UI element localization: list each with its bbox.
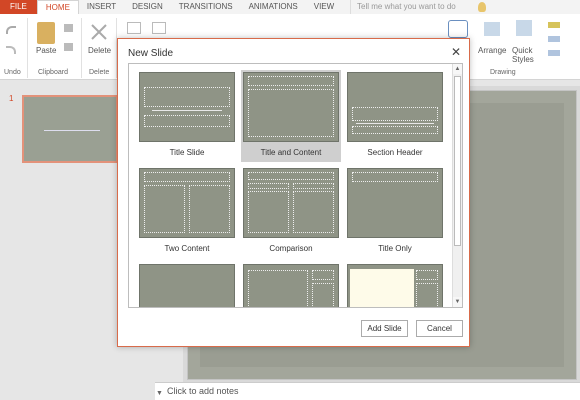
shape-fill-icon[interactable] <box>548 22 560 28</box>
left-heading-placeholder <box>248 183 289 189</box>
left-content-placeholder <box>248 191 289 233</box>
layout-title-slide[interactable]: Title Slide <box>137 70 237 162</box>
title-placeholder <box>352 107 438 121</box>
arrange-icon[interactable] <box>484 22 500 36</box>
tab-animations[interactable]: ANIMATIONS <box>241 0 306 14</box>
thumbnail-title-line <box>44 130 100 131</box>
layout-gallery: Title Slide Title and Content Section He… <box>128 63 463 308</box>
title-placeholder <box>248 76 334 86</box>
group-clipboard-label: Clipboard <box>38 69 68 76</box>
scroll-up-icon[interactable]: ▲ <box>453 64 462 74</box>
dialog-title: New Slide <box>128 48 174 59</box>
shape-outline-icon[interactable] <box>548 36 560 42</box>
cancel-button[interactable]: Cancel <box>416 320 463 337</box>
layout-comparison[interactable]: Comparison <box>241 166 341 258</box>
caption-text-placeholder <box>416 283 438 307</box>
copy-icon[interactable] <box>64 43 73 51</box>
group-undo-label: Undo <box>4 69 21 76</box>
layout-label: Two Content <box>164 244 210 253</box>
group-delete-label: Delete <box>89 69 110 76</box>
undo-icon[interactable] <box>6 26 16 34</box>
layout-picture-with-caption[interactable] <box>345 262 445 307</box>
tab-home[interactable]: HOME <box>36 0 79 14</box>
tab-view[interactable]: VIEW <box>306 0 342 14</box>
layout-section-header[interactable]: Section Header <box>345 70 445 162</box>
layout-title-and-content[interactable]: Title and Content <box>241 70 341 162</box>
right-content-placeholder <box>189 185 230 233</box>
layout-blank[interactable] <box>137 262 237 307</box>
paste-icon[interactable] <box>37 22 55 44</box>
title-divider <box>152 110 222 111</box>
ribbon-separator <box>27 18 28 78</box>
subtitle-placeholder <box>144 115 230 127</box>
layout-thumbnail <box>347 168 443 238</box>
arrange-button[interactable]: Arrange <box>478 46 506 55</box>
cut-icon[interactable] <box>64 24 73 32</box>
close-icon[interactable]: ✕ <box>451 45 461 59</box>
layout-icon[interactable] <box>152 22 166 34</box>
content-placeholder <box>248 270 308 307</box>
shapes-icon[interactable] <box>448 20 468 38</box>
tab-design[interactable]: DESIGN <box>124 0 171 14</box>
tab-insert[interactable]: INSERT <box>79 0 124 14</box>
title-placeholder <box>352 172 438 182</box>
quick-styles-button[interactable]: Quick Styles <box>512 46 542 64</box>
right-content-placeholder <box>293 191 334 233</box>
layout-thumbnail <box>243 72 339 142</box>
gallery-scrollbar[interactable]: ▲ ▼ <box>452 64 462 307</box>
scrollbar-thumb[interactable] <box>454 76 461 246</box>
paste-button[interactable]: Paste <box>36 46 56 55</box>
quick-styles-icon[interactable] <box>516 20 532 36</box>
layout-thumbnail <box>139 168 235 238</box>
caption-title-placeholder <box>416 270 438 280</box>
layout-thumbnail <box>139 72 235 142</box>
tell-me-input[interactable]: Tell me what you want to do <box>350 0 478 14</box>
caption-title-placeholder <box>312 270 334 280</box>
layout-label: Section Header <box>367 148 423 157</box>
notes-placeholder: Click to add notes <box>167 386 239 396</box>
layout-label: Title and Content <box>260 148 322 157</box>
layout-thumbnail <box>139 264 235 307</box>
left-content-placeholder <box>144 185 185 233</box>
ribbon-separator <box>81 18 82 78</box>
tab-file[interactable]: FILE <box>0 0 37 14</box>
layout-label: Title Slide <box>169 148 205 157</box>
delete-icon[interactable] <box>90 23 108 41</box>
new-slide-icon[interactable] <box>127 22 141 34</box>
chevron-down-icon[interactable]: ▼ <box>156 390 163 397</box>
delete-button[interactable]: Delete <box>88 46 111 55</box>
layout-thumbnail <box>347 264 443 307</box>
text-placeholder <box>352 126 438 134</box>
slide-thumbnail[interactable] <box>22 95 118 163</box>
layout-label: Comparison <box>269 244 313 253</box>
notes-pane[interactable]: ▼ Click to add notes <box>155 382 580 400</box>
layout-title-only[interactable]: Title Only <box>345 166 445 258</box>
layout-thumbnail <box>347 72 443 142</box>
scroll-down-icon[interactable]: ▼ <box>453 297 462 307</box>
ribbon-tabs: FILE HOME INSERT DESIGN TRANSITIONS ANIM… <box>0 0 580 14</box>
layout-two-content[interactable]: Two Content <box>137 166 237 258</box>
add-slide-button[interactable]: Add Slide <box>361 320 408 337</box>
shape-effects-icon[interactable] <box>548 50 560 56</box>
redo-icon[interactable] <box>6 46 16 54</box>
lightbulb-icon[interactable] <box>478 2 486 12</box>
layout-content-with-caption[interactable] <box>241 262 341 307</box>
slide-number: 1 <box>9 94 14 103</box>
title-placeholder <box>248 172 334 180</box>
title-placeholder <box>144 172 230 182</box>
picture-placeholder <box>350 269 414 307</box>
tab-transitions[interactable]: TRANSITIONS <box>171 0 241 14</box>
section-divider <box>356 123 434 124</box>
group-drawing-label: Drawing <box>490 69 516 76</box>
new-slide-dialog: New Slide ✕ Title Slide Title and Conten… <box>117 38 470 347</box>
content-placeholder <box>248 89 334 137</box>
caption-text-placeholder <box>312 283 334 307</box>
title-placeholder <box>144 87 230 107</box>
right-heading-placeholder <box>293 183 334 189</box>
layout-thumbnail <box>243 168 339 238</box>
layout-label: Title Only <box>378 244 412 253</box>
layout-thumbnail <box>243 264 339 307</box>
